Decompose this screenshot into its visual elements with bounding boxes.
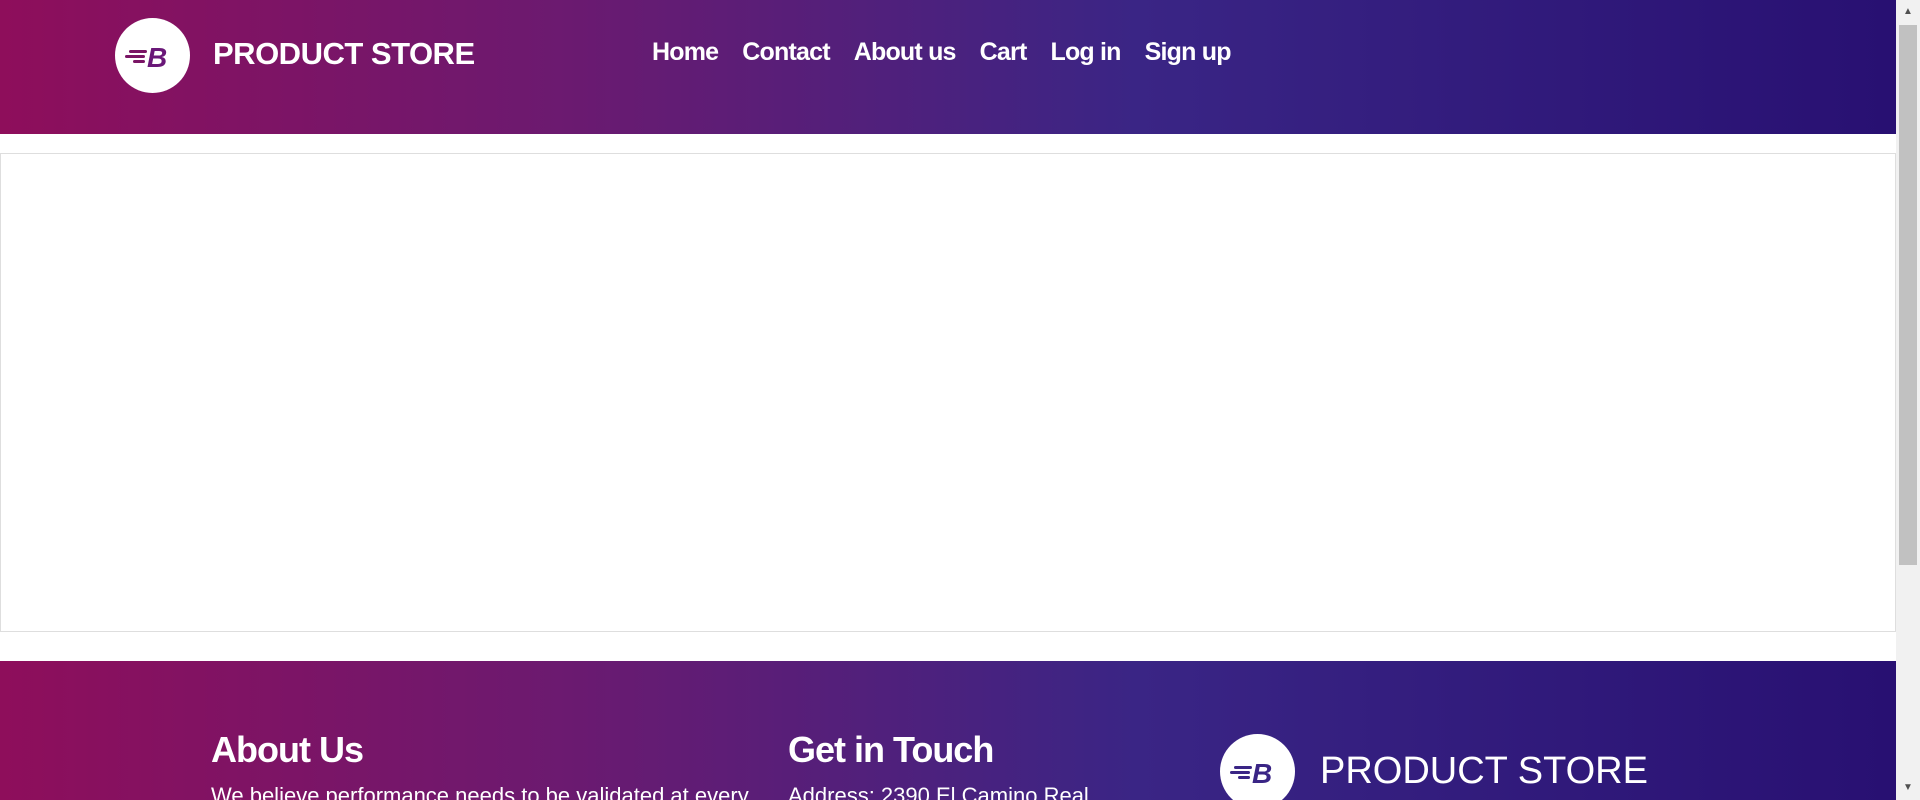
footer-about-section: About Us We believe performance needs to… [211, 729, 756, 800]
footer-about-text: We believe performance needs to be valid… [211, 783, 749, 800]
footer-contact-section: Get in Touch Address: 2390 El Camino Rea… [788, 729, 1188, 800]
brand-link[interactable]: B PRODUCT STORE [115, 18, 475, 93]
page-viewport: B PRODUCT STORE Home Contact About us Ca… [0, 0, 1896, 800]
scroll-down-arrow-icon[interactable]: ▼ [1896, 778, 1920, 798]
store-logo-icon: B [115, 18, 190, 93]
nav-home-link[interactable]: Home [652, 38, 719, 66]
carousel-area [0, 153, 1896, 632]
footer-logo-icon: B [1220, 734, 1295, 800]
scroll-up-arrow-icon[interactable]: ▲ [1896, 2, 1920, 22]
footer-contact-heading: Get in Touch [788, 729, 994, 770]
nav-cart-link[interactable]: Cart [980, 38, 1028, 66]
scroll-thumb[interactable] [1899, 25, 1917, 565]
footer-contact-address: Address: 2390 El Camino Real [788, 783, 1089, 800]
nav-signup-link[interactable]: Sign up [1145, 38, 1232, 66]
vertical-scrollbar[interactable]: ▲ ▼ [1896, 0, 1920, 800]
footer: About Us We believe performance needs to… [0, 661, 1896, 800]
footer-brand: B PRODUCT STORE [1220, 734, 1648, 800]
nav-login-link[interactable]: Log in [1050, 38, 1121, 66]
footer-about-heading: About Us [211, 729, 364, 770]
nav-about-link[interactable]: About us [854, 38, 957, 66]
nav-contact-link[interactable]: Contact [742, 38, 830, 66]
svg-text:B: B [1252, 758, 1272, 787]
footer-brand-title: PRODUCT STORE [1320, 750, 1648, 792]
svg-text:B: B [147, 42, 167, 71]
top-navbar: B PRODUCT STORE Home Contact About us Ca… [0, 0, 1896, 134]
main-nav: Home Contact About us Cart Log in Sign u… [652, 38, 1232, 67]
brand-title: PRODUCT STORE [213, 35, 475, 71]
